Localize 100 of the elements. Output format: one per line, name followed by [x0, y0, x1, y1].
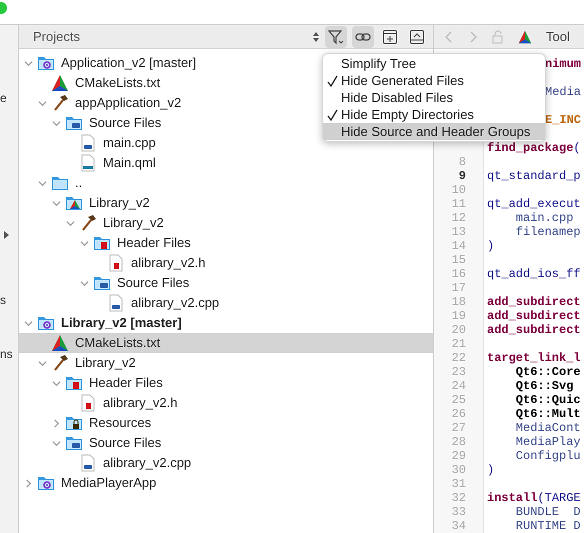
chevron-down-icon[interactable]: [38, 98, 47, 108]
tree-item[interactable]: alibrary_v2.h: [19, 393, 433, 413]
chevron-down-icon[interactable]: [24, 318, 33, 328]
source-folder-icon: [93, 274, 111, 292]
cmake-folder-icon: [65, 194, 83, 212]
chevron-down-icon[interactable]: [66, 218, 75, 228]
line-number: 23: [452, 365, 466, 379]
chevron-down-icon[interactable]: [52, 438, 61, 448]
tree-item[interactable]: Library_v2: [19, 213, 433, 233]
chevron-down-icon[interactable]: [24, 58, 33, 68]
line-number: 8: [458, 155, 466, 169]
line-number: 22: [452, 351, 466, 365]
tree-item[interactable]: Library_v2 [master]: [19, 313, 433, 333]
code-text: Qt6::Core: [514, 365, 581, 379]
chevron-down-icon[interactable]: [80, 238, 89, 248]
line-number: 11: [452, 197, 466, 211]
code-text: add_subdirect: [487, 309, 581, 323]
code-text: (: [573, 141, 581, 155]
code-text: filenamep: [514, 225, 581, 239]
code-text: (TARGE: [537, 491, 581, 505]
code-text: ): [487, 239, 494, 253]
code-text: qt_standard_p: [487, 169, 581, 183]
header-folder-icon: [93, 234, 111, 252]
source-folder-icon: [65, 434, 83, 452]
tree-item[interactable]: Main.qml: [19, 153, 433, 173]
code-text: add_subdirect: [487, 323, 581, 337]
tree-item[interactable]: Source Files: [19, 273, 433, 293]
tree-item[interactable]: Header Files: [19, 233, 433, 253]
tree-item[interactable]: Library_v2: [19, 353, 433, 373]
cmake-icon: [51, 334, 69, 352]
code-text: nimum: [545, 57, 582, 71]
sidebar-label[interactable]: e: [0, 89, 18, 107]
line-number: 18: [452, 295, 466, 309]
chevron-down-icon[interactable]: [52, 378, 61, 388]
filter-button[interactable]: [325, 26, 347, 48]
line-number: 21: [452, 337, 466, 351]
menu-item[interactable]: Hide Generated Files: [323, 72, 545, 89]
lock-folder-icon: [65, 414, 83, 432]
tree-item[interactable]: alibrary_v2.h: [19, 253, 433, 273]
line-number: 25: [452, 393, 466, 407]
menu-item[interactable]: Hide Disabled Files: [323, 89, 545, 106]
line-number: 17: [452, 281, 466, 295]
tree-item[interactable]: Resources: [19, 413, 433, 433]
tree-item[interactable]: CMakeLists.txt: [19, 333, 433, 353]
code-text: find_package: [487, 141, 574, 155]
code-text: MediaCont: [514, 421, 581, 435]
lock-icon[interactable]: [492, 30, 504, 44]
qml-file-icon: [79, 154, 97, 172]
chevron-down-icon[interactable]: [38, 358, 47, 368]
project-folder-icon: [37, 474, 55, 492]
hammer-icon: [51, 354, 69, 372]
chevron-right-icon[interactable]: [52, 418, 61, 428]
line-number: 9: [458, 169, 466, 183]
line-number: 19: [452, 309, 466, 323]
cpp-file-icon: [79, 134, 97, 152]
menu-item[interactable]: Hide Source and Header Groups: [323, 123, 545, 140]
hammer-icon: [79, 214, 97, 232]
menu-item[interactable]: Simplify Tree: [323, 55, 545, 72]
chevron-down-icon[interactable]: [52, 118, 61, 128]
line-number: 26: [452, 407, 466, 421]
line-number: 15: [452, 253, 466, 267]
chevron-down-icon[interactable]: [80, 278, 89, 288]
tree-item[interactable]: Source Files: [19, 433, 433, 453]
link-button[interactable]: [352, 26, 374, 48]
line-number: 34: [452, 519, 466, 533]
header-file-icon: [79, 394, 97, 412]
sort-arrows-icon[interactable]: [312, 30, 320, 42]
line-number: 30: [452, 463, 466, 477]
code-text: main.cpp: [514, 211, 574, 225]
chevron-down-icon[interactable]: [52, 198, 61, 208]
line-number: 12: [452, 211, 466, 225]
panel-title: Projects: [33, 28, 80, 46]
line-number: 10: [452, 183, 466, 197]
tree-item[interactable]: alibrary_v2.cpp: [19, 293, 433, 313]
sidebar-label[interactable]: s: [0, 291, 18, 309]
tree-item[interactable]: alibrary_v2.cpp: [19, 453, 433, 473]
tree-item[interactable]: ..: [19, 173, 433, 193]
tree-item[interactable]: Library_v2: [19, 193, 433, 213]
code-text: Qt6::Svg: [514, 379, 574, 393]
chevron-right-icon[interactable]: [24, 478, 33, 488]
tree-item[interactable]: Header Files: [19, 373, 433, 393]
sidebar-label[interactable]: ns: [0, 345, 18, 363]
line-number: 29: [452, 449, 466, 463]
cmake-icon: [518, 28, 532, 44]
code-text: add_subdirect: [487, 295, 581, 309]
header-folder-icon: [65, 374, 83, 392]
expand-arrow-icon[interactable]: [4, 231, 10, 239]
back-icon[interactable]: [444, 30, 454, 44]
code-text: qt_add_execut: [487, 197, 581, 211]
code-text: MediaPlay: [514, 435, 581, 449]
code-text: Media: [545, 85, 582, 99]
line-number: 20: [452, 323, 466, 337]
filter-icon: [328, 28, 344, 44]
line-number: 32: [452, 491, 466, 505]
menu-item[interactable]: Hide Empty Directories: [323, 106, 545, 123]
chevron-down-icon[interactable]: [38, 178, 47, 188]
tree-item[interactable]: MediaPlayerApp: [19, 473, 433, 493]
forward-icon[interactable]: [468, 30, 478, 44]
file-tab-title[interactable]: Tool: [546, 26, 570, 46]
line-number: 14: [452, 239, 466, 253]
